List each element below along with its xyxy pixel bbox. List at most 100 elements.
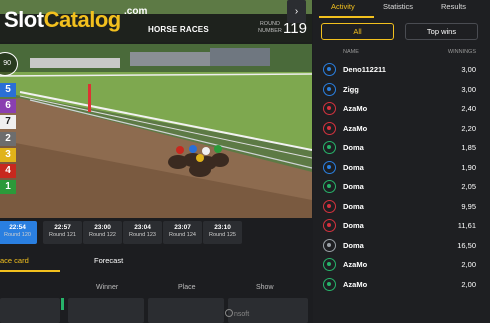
place-column-header: Place [178,284,196,291]
race-title: HORSE RACES [148,25,209,34]
horse-head-icon [323,102,336,115]
horse-color-marker [61,298,64,310]
player-name: Doma [343,162,364,172]
horse-number-badge: 5 [0,83,16,97]
activity-row: AzaMo 2,00 [313,275,490,295]
winnings-value: 2,05 [461,182,476,191]
round-selector: 22:54 Round 120 22:57 Round 121 23:00 Round 1… [0,221,312,244]
player-name: Doma [343,240,364,250]
name-column-header: NAME [343,49,359,55]
bet-tabs: ace card Forecast [0,250,312,272]
show-column-header: Show [256,284,274,291]
next-rounds-button[interactable]: › [287,0,306,23]
activity-row: Doma 11,61 [313,216,490,236]
horse-number-badge: 2 [0,131,16,146]
horse-number-badge: 3 [0,147,16,162]
player-name: Doma [343,143,364,152]
horse-number-badge: 4 [0,163,16,178]
horse-head-icon [323,121,336,135]
activity-row: Doma 1,85 [313,138,490,158]
round-time: 23:07 [174,224,191,231]
activity-row: AzaMo 2,00 [313,255,490,275]
horse-head-icon [323,258,336,271]
player-name: AzaMo [343,123,368,133]
round-time: 22:57 [54,224,71,231]
filter-all-button[interactable]: All [321,23,394,40]
round-button[interactable]: 22:54 Round 120 [0,221,37,244]
tab-activity[interactable]: Activity [331,2,355,11]
winnings-value: 16,50 [457,240,476,250]
winnings-column-header: WINNINGS [447,49,476,55]
provider-logo-icon [225,309,233,317]
horse-number-list: 5 67234 1 [0,83,16,196]
filter-top-wins-button[interactable]: Top wins [405,23,478,40]
race-video: HORSE RACES ROUND NUMBER 119 90 5672341 [0,0,312,218]
round-label: Round 125 [209,232,236,238]
player-name: Doma [343,182,364,191]
player-name: Doma [343,221,364,230]
round-label: Round 121 [49,232,76,238]
round-button[interactable]: 23:10 Round 125 [203,221,242,244]
horse-head-icon [323,219,336,232]
activity-list: Deno112211 3,00 Zigg 3,00 AzaMo 2,40 AzaMo 2,20… [313,60,490,294]
bet-column-headers: Winner Place Show [0,282,312,296]
round-time: 23:10 [214,224,231,231]
horse-number-badge: 7 [0,115,16,130]
round-number-label: ROUND NUMBER [258,21,282,34]
player-name: Deno112211 [343,65,386,74]
activity-row: AzaMo 2,20 [313,119,490,139]
round-label: Round 122 [89,232,116,238]
activity-row: Doma 2,05 [313,177,490,197]
winnings-value: 11,61 [457,221,476,230]
bet-row [0,298,312,323]
activity-row: AzaMo 2,40 [313,99,490,119]
tab-statistics[interactable]: Statistics [383,2,413,11]
player-name: AzaMo [343,279,368,289]
winner-odds-button[interactable] [68,298,144,323]
winnings-value: 2,20 [461,123,476,133]
activity-panel: Activity Statistics Results All Top wins… [313,0,490,323]
round-time: 22:54 [9,224,26,231]
activity-row: Doma 1,90 [313,158,490,178]
winner-column-header: Winner [96,284,119,291]
round-label: Round 120 [4,232,31,238]
horse-head-icon [323,82,336,96]
site-logo-domain: .com [124,6,148,17]
round-button[interactable]: 23:07 Round 124 [163,221,202,244]
tab-forecast[interactable]: Forecast [94,256,123,265]
horse-head-icon [323,63,336,76]
activity-row: Doma 9,95 [313,197,490,217]
winnings-value: 2,40 [461,104,476,113]
activity-row: Doma 16,50 [313,236,490,256]
activity-row: Deno112211 3,00 [313,60,490,80]
horse-number-badge: 6 [0,99,16,114]
player-name: AzaMo [343,260,368,269]
activity-row: Zigg 3,00 [313,80,490,100]
horse-cell [0,298,60,323]
round-button[interactable]: 23:00 Round 122 [83,221,122,244]
tab-active-indicator [0,270,60,272]
tab-race-card[interactable]: ace card [0,256,29,265]
horse-head-icon [323,180,336,193]
horse-head-icon [323,160,336,174]
horse-number-badge: 1 [0,180,16,195]
tab-results[interactable]: Results [441,2,466,11]
round-time: 23:00 [94,224,111,231]
winnings-value: 2,00 [461,260,476,269]
round-button[interactable]: 22:57 Round 121 [43,221,82,244]
winnings-value: 1,90 [461,162,476,172]
round-label: Round 123 [129,232,156,238]
site-logo: SlotCatalog [4,7,121,32]
winnings-value: 3,00 [461,65,476,74]
provider-logo: nsoft [225,309,249,318]
panel-tab-active-indicator [319,16,374,18]
winnings-value: 1,85 [461,143,476,152]
horse-head-icon [323,199,336,213]
horse-head-icon [323,238,336,252]
place-odds-button[interactable] [148,298,224,323]
round-label: Round 124 [169,232,196,238]
winnings-value: 3,00 [461,84,476,94]
player-name: Zigg [343,84,359,94]
round-time: 23:04 [134,224,151,231]
round-button[interactable]: 23:04 Round 123 [123,221,162,244]
